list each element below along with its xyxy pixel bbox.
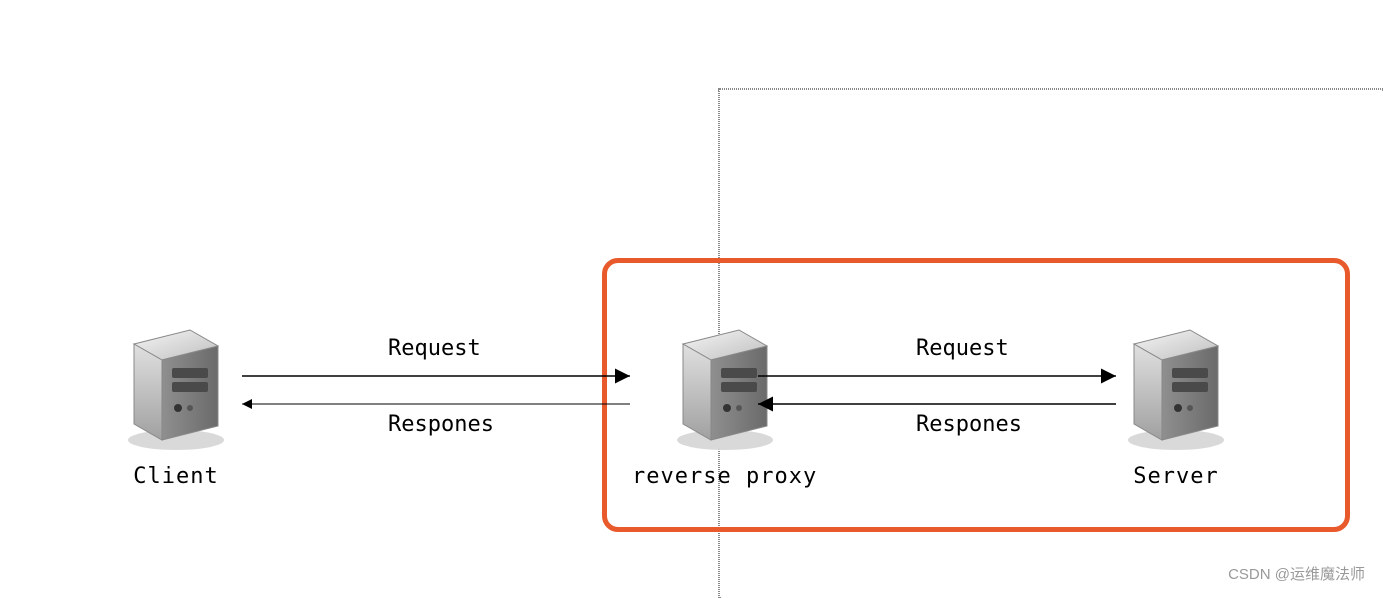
dotted-border-top xyxy=(718,88,1383,90)
arrows-client-proxy xyxy=(236,360,636,420)
server-icon xyxy=(1116,312,1236,452)
client-label: Client xyxy=(116,464,236,489)
watermark: CSDN @运维魔法师 xyxy=(1228,563,1365,584)
request-label-1: Request xyxy=(388,336,481,361)
response-label-2: Respones xyxy=(916,412,1022,437)
client-node: Client xyxy=(116,312,236,489)
server-node: Server xyxy=(1116,312,1236,489)
server-icon xyxy=(116,312,236,452)
response-label-1: Respones xyxy=(388,412,494,437)
proxy-label: reverse proxy xyxy=(632,464,817,489)
server-label: Server xyxy=(1116,464,1236,489)
request-label-2: Request xyxy=(916,336,1009,361)
arrows-proxy-server xyxy=(752,360,1122,420)
